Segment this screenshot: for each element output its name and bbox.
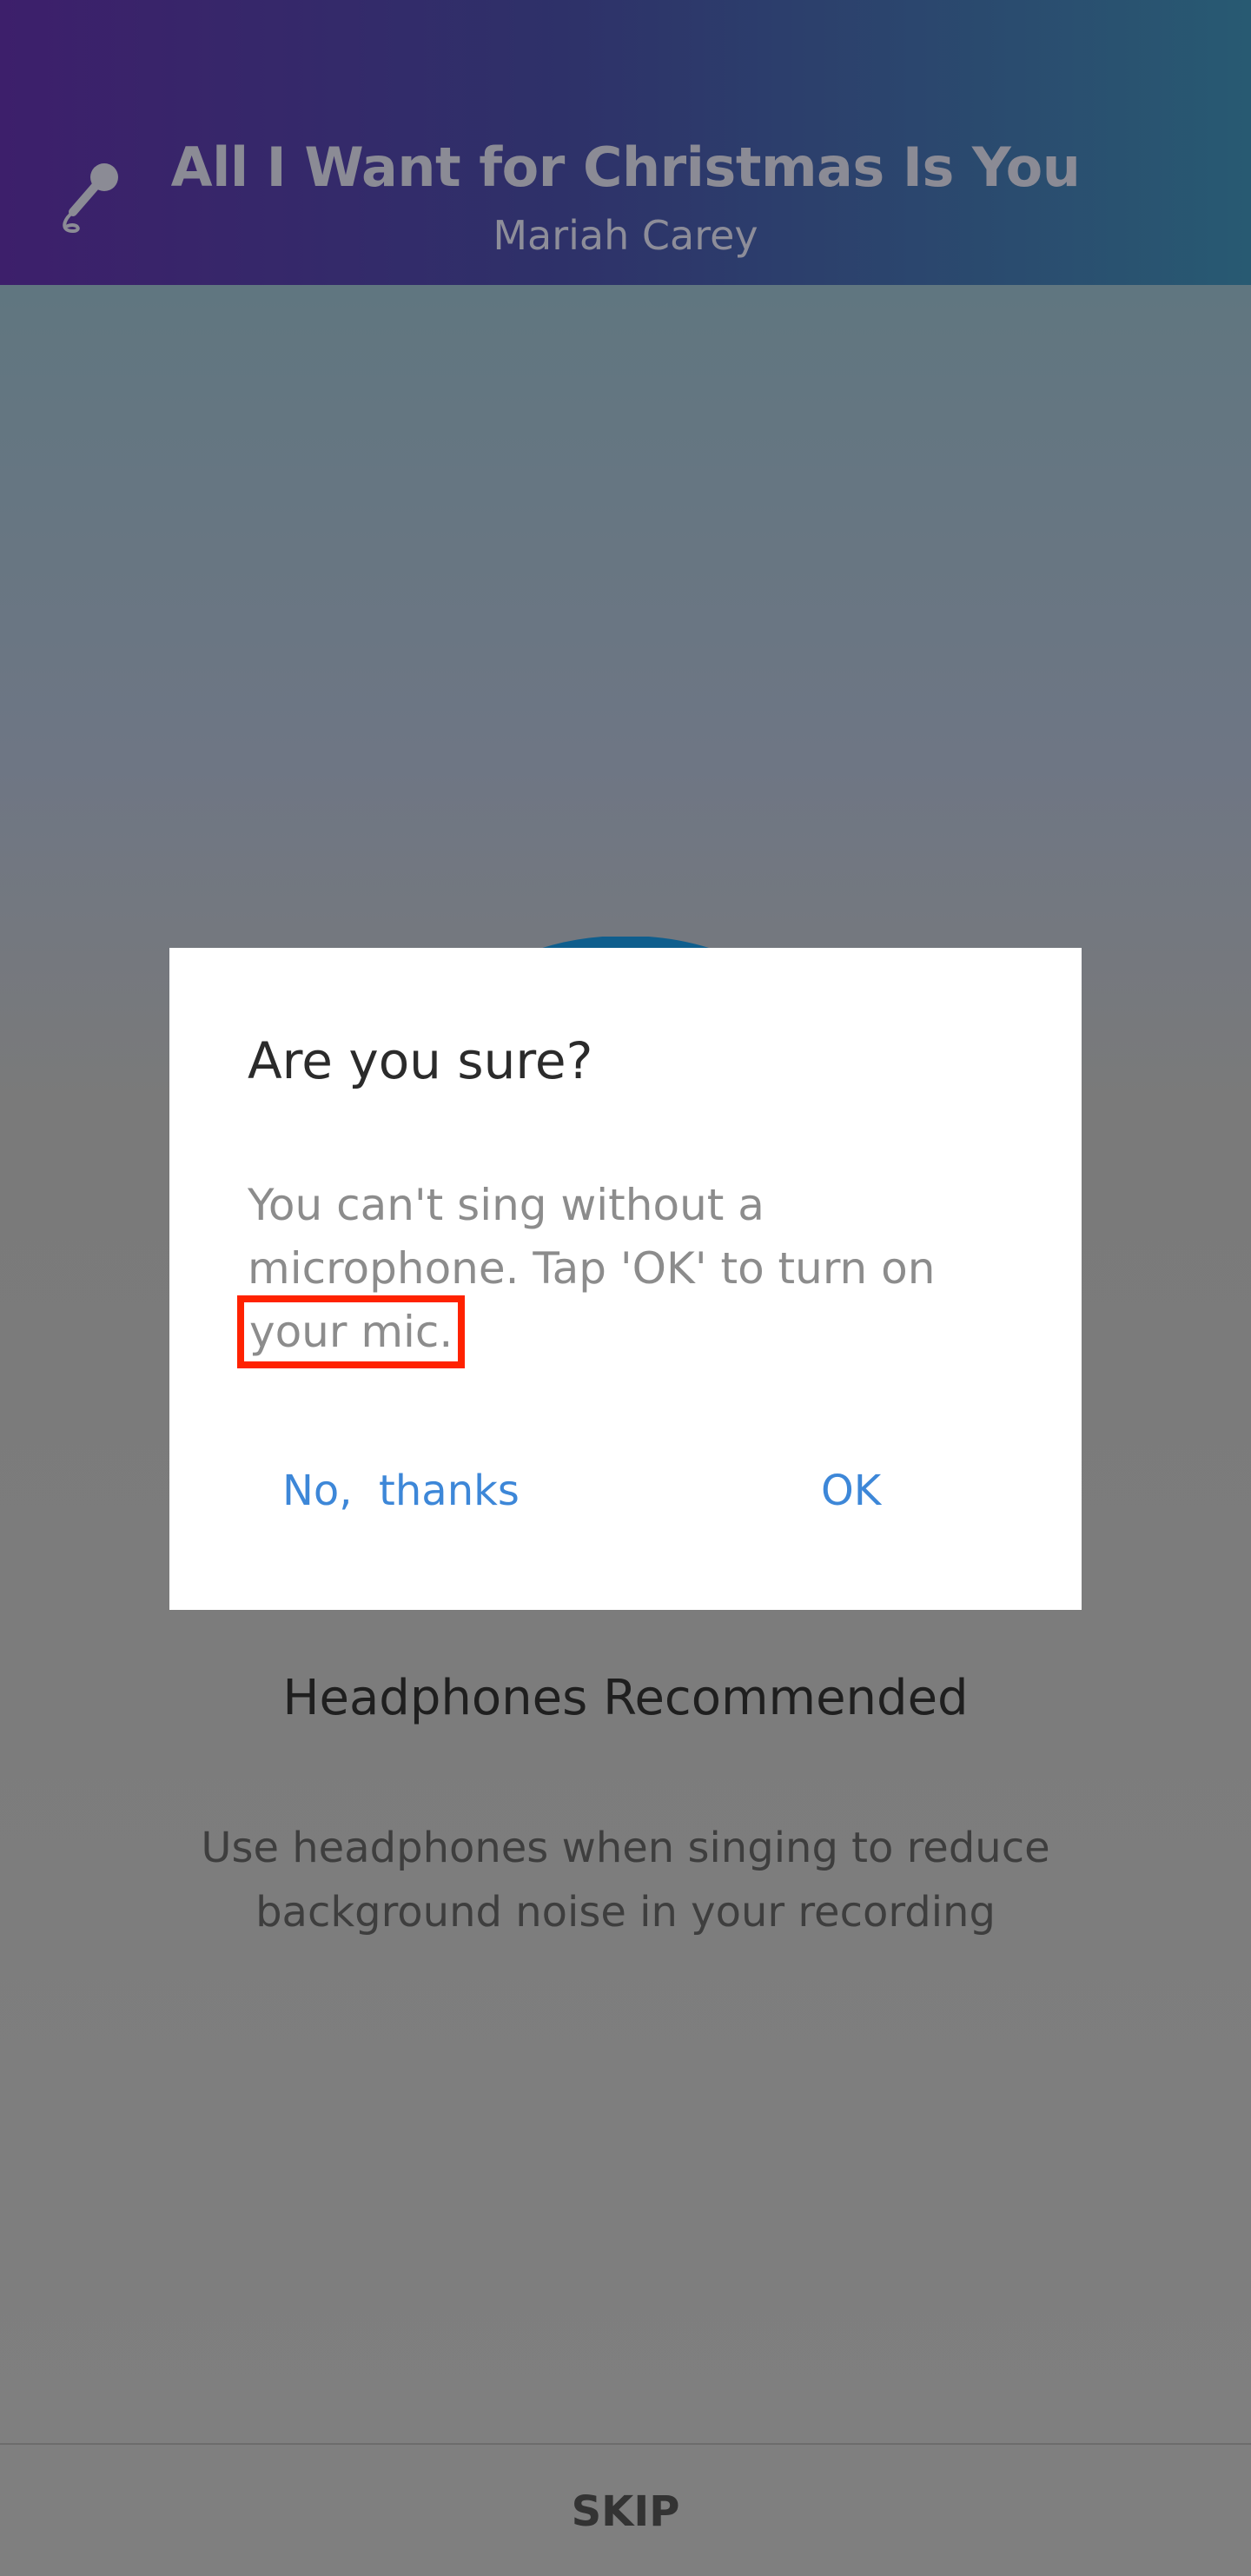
ok-button[interactable]: OK <box>821 1460 881 1521</box>
dialog-message-line-1: You can't sing without a <box>248 1180 764 1230</box>
headphones-description: Use headphones when singing to reduce ba… <box>156 1816 1095 1944</box>
description-line-2: background noise in your recording <box>255 1888 996 1937</box>
dialog-message: You can't sing without a microphone. Tap… <box>236 1174 995 1368</box>
skip-button[interactable]: SKIP <box>521 2481 730 2542</box>
footer-bar: SKIP <box>0 2443 1251 2576</box>
dialog-title: Are you sure? <box>248 1031 593 1090</box>
description-line-1: Use headphones when singing to reduce <box>201 1824 1050 1872</box>
artist-name: Mariah Carey <box>493 212 758 259</box>
highlighted-text: your mic. <box>236 1295 466 1368</box>
song-title: All I Want for Christmas Is You <box>170 136 1081 199</box>
confirm-dialog: Are you sure? You can't sing without a m… <box>169 948 1082 1610</box>
dialog-message-line-2: microphone. Tap 'OK' to turn on <box>248 1243 936 1294</box>
app-header: All I Want for Christmas Is You Mariah C… <box>0 0 1251 285</box>
no-thanks-button[interactable]: No, thanks <box>282 1460 520 1521</box>
headphones-heading: Headphones Recommended <box>282 1670 969 1726</box>
